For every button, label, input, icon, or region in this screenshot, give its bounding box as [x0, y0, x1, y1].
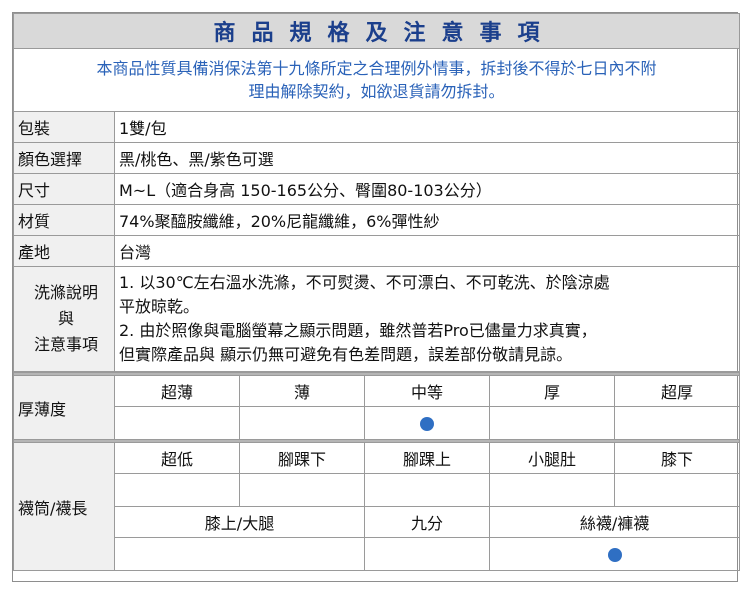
thickness-mark-cell: [114, 406, 240, 440]
length-option: 腳踝下: [239, 442, 365, 474]
wash-instructions: 1. 以30℃左右溫水洗滌，不可熨燙、不可漂白、不可乾洗、於陰涼處 平放晾乾。 …: [113, 266, 741, 372]
length-mark-cell: [364, 537, 490, 571]
spec-sheet: 商品規格及注意事項 本商品性質具備消保法第十九條所定之合理例外情事，拆封後不得於…: [12, 12, 741, 582]
thickness-option: 超薄: [114, 375, 240, 407]
length-label: 襪筒/襪長: [13, 442, 115, 571]
length-mark-cell: [488, 537, 741, 571]
length-mark-cell: [114, 537, 365, 571]
length-option: 膝下: [613, 442, 741, 474]
page-title: 商品規格及注意事項: [12, 13, 741, 49]
thickness-option: 超厚: [613, 375, 741, 407]
length-mark-cell: [239, 473, 365, 507]
wash-label-line-2: 與: [57, 309, 74, 328]
spec-table: 商品規格及注意事項 本商品性質具備消保法第十九條所定之合理例外情事，拆封後不得於…: [12, 13, 741, 372]
length-option: 超低: [114, 442, 240, 474]
origin-label: 產地: [13, 235, 115, 267]
size-value: M~L（適合身高 150-165公分、臀圍80-103公分）: [113, 173, 741, 205]
color-label: 顏色選擇: [13, 142, 115, 174]
selected-dot-icon: [607, 548, 622, 562]
wash-label: 洗滌說明 與 注意事項: [13, 266, 115, 372]
thickness-mark-cell: [364, 406, 490, 440]
package-label: 包裝: [13, 111, 115, 143]
package-value: 1雙/包: [113, 111, 741, 143]
origin-value: 台灣: [113, 235, 741, 267]
material-label: 材質: [13, 204, 115, 236]
length-option: 絲襪/褲襪: [488, 506, 741, 538]
length-mark-cell: [114, 473, 240, 507]
thickness-label: 厚薄度: [13, 375, 115, 440]
thickness-mark-cell: [239, 406, 365, 440]
wash-line-3: 2. 由於照像與電腦螢幕之顯示問題，雖然普若Pro已儘量力求真實，: [119, 321, 597, 340]
thickness-option: 厚: [489, 375, 615, 407]
length-mark-cell: [364, 473, 490, 507]
wash-line-1: 1. 以30℃左右溫水洗滌，不可熨燙、不可漂白、不可乾洗、於陰涼處: [119, 273, 610, 292]
return-notice-line-2: 理由解除契約，如欲退貨請勿拆封。: [248, 82, 505, 101]
length-option: 九分: [364, 506, 490, 538]
return-notice-line-1: 本商品性質具備消保法第十九條所定之合理例外情事，拆封後不得於七日內不附: [96, 59, 657, 78]
material-value: 74%聚醯胺纖維，20%尼龍纖維，6%彈性紗: [113, 204, 741, 236]
length-option: 小腿肚: [489, 442, 615, 474]
selected-dot-icon: [420, 417, 434, 431]
length-option: 膝上/大腿: [114, 506, 365, 538]
thickness-option: 薄: [239, 375, 365, 407]
thickness-mark-cell: [613, 406, 741, 440]
thickness-length-table: 厚薄度 超薄 薄 中等 厚 超厚 襪筒/襪長 超低 腳踝下 腳踝上 小腿肚 膝下: [12, 372, 741, 571]
return-notice: 本商品性質具備消保法第十九條所定之合理例外情事，拆封後不得於七日內不附 理由解除…: [12, 48, 741, 112]
color-value: 黑/桃色、黑/紫色可選: [113, 142, 741, 174]
size-label: 尺寸: [13, 173, 115, 205]
length-option: 腳踝上: [364, 442, 490, 474]
wash-label-line-3: 注意事項: [33, 335, 98, 354]
thickness-option: 中等: [364, 375, 490, 407]
wash-line-2: 平放晾乾。: [119, 297, 200, 316]
thickness-mark-cell: [489, 406, 615, 440]
length-mark-cell: [613, 473, 741, 507]
wash-line-4: 但實際產品與 顯示仍無可避免有色差問題，誤差部份敬請見諒。: [119, 345, 573, 364]
length-mark-cell: [489, 473, 615, 507]
wash-label-line-1: 洗滌說明: [33, 283, 98, 302]
